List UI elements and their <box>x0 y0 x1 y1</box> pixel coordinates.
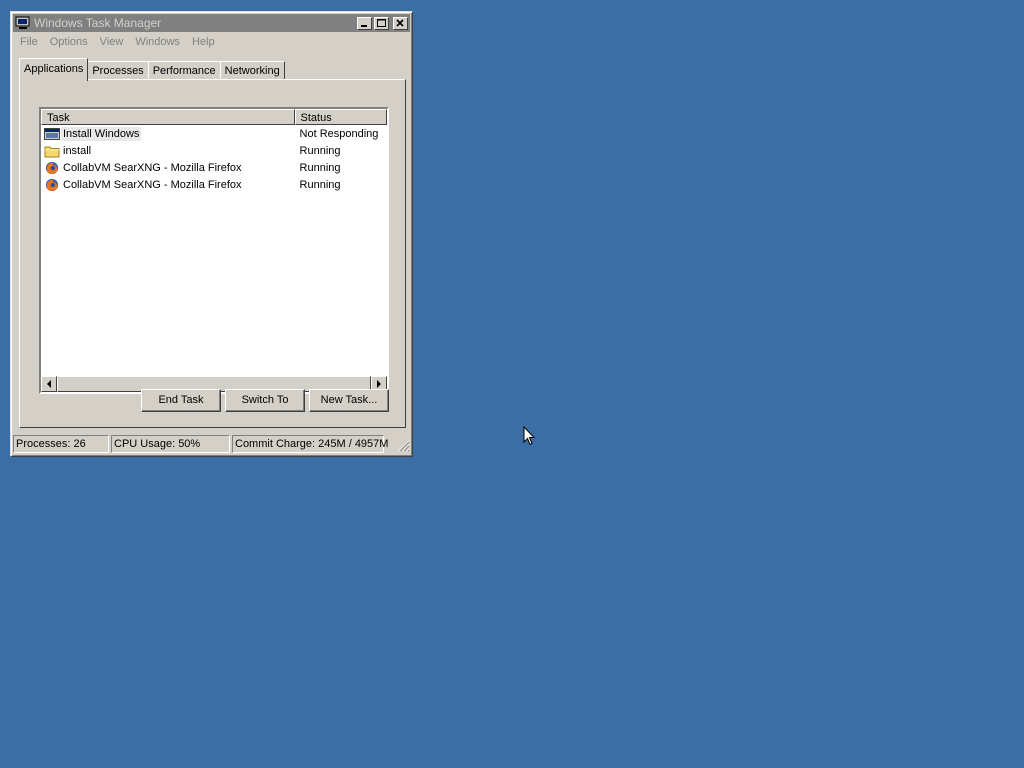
close-icon <box>396 18 404 27</box>
tab-strip: Applications Processes Performance Netwo… <box>19 58 285 81</box>
menu-options[interactable]: Options <box>44 36 94 48</box>
switch-to-button[interactable]: Switch To <box>225 389 305 412</box>
new-task-button[interactable]: New Task... <box>309 389 389 412</box>
menu-file[interactable]: File <box>14 36 44 48</box>
window-icon <box>44 127 60 141</box>
minimize-button[interactable] <box>357 16 372 30</box>
list-item[interactable]: Install Windows Not Responding <box>41 125 387 142</box>
processes-count: Processes: 26 <box>13 435 109 453</box>
list-header: Task Status <box>41 109 387 125</box>
column-header-task[interactable]: Task <box>41 109 295 125</box>
arrow-right-icon <box>377 380 381 388</box>
arrow-left-icon <box>47 380 51 388</box>
menu-help[interactable]: Help <box>186 36 221 48</box>
task-name: CollabVM SearXNG - Mozilla Firefox <box>63 178 242 191</box>
list-item[interactable]: install Running <box>41 142 387 159</box>
commit-charge: Commit Charge: 245M / 4957M <box>232 435 388 453</box>
window-title: Windows Task Manager <box>34 16 162 30</box>
task-name: install <box>63 144 92 157</box>
cpu-usage: CPU Usage: 50% <box>111 435 230 453</box>
resize-grip[interactable] <box>386 435 410 453</box>
firefox-icon <box>44 161 60 175</box>
task-status: Not Responding <box>299 127 379 140</box>
task-name: CollabVM SearXNG - Mozilla Firefox <box>63 161 242 174</box>
tab-processes[interactable]: Processes <box>87 61 149 80</box>
maximize-icon <box>377 18 386 27</box>
firefox-icon <box>44 178 60 192</box>
status-bar: Processes: 26 CPU Usage: 50% Commit Char… <box>13 435 410 453</box>
tab-performance[interactable]: Performance <box>147 61 221 80</box>
menu-windows[interactable]: Windows <box>129 36 186 48</box>
close-button[interactable] <box>393 16 408 30</box>
task-status: Running <box>299 178 341 191</box>
task-manager-icon <box>15 16 31 30</box>
applications-panel: Task Status Install Windows Not Respondi… <box>19 79 406 428</box>
title-bar[interactable]: Windows Task Manager <box>13 14 410 32</box>
tab-applications[interactable]: Applications <box>19 58 89 81</box>
scroll-left-button[interactable] <box>41 376 57 392</box>
menu-bar: File Options View Windows Help <box>14 33 409 51</box>
task-manager-window[interactable]: Windows Task Manager File Options View W… <box>10 11 413 457</box>
mouse-pointer-icon <box>523 425 536 449</box>
resize-grip-icon <box>398 440 410 452</box>
folder-icon <box>44 144 60 158</box>
column-header-status[interactable]: Status <box>294 109 387 125</box>
list-item[interactable]: CollabVM SearXNG - Mozilla Firefox Runni… <box>41 176 387 193</box>
tab-networking[interactable]: Networking <box>219 61 285 80</box>
maximize-button[interactable] <box>374 16 389 30</box>
list-item[interactable]: CollabVM SearXNG - Mozilla Firefox Runni… <box>41 159 387 176</box>
end-task-button[interactable]: End Task <box>141 389 221 412</box>
task-status: Running <box>299 161 341 174</box>
task-status: Running <box>299 144 341 157</box>
task-list[interactable]: Task Status Install Windows Not Respondi… <box>39 107 389 394</box>
task-name: Install Windows <box>61 126 142 141</box>
minimize-icon <box>361 24 367 27</box>
menu-view[interactable]: View <box>94 36 130 48</box>
